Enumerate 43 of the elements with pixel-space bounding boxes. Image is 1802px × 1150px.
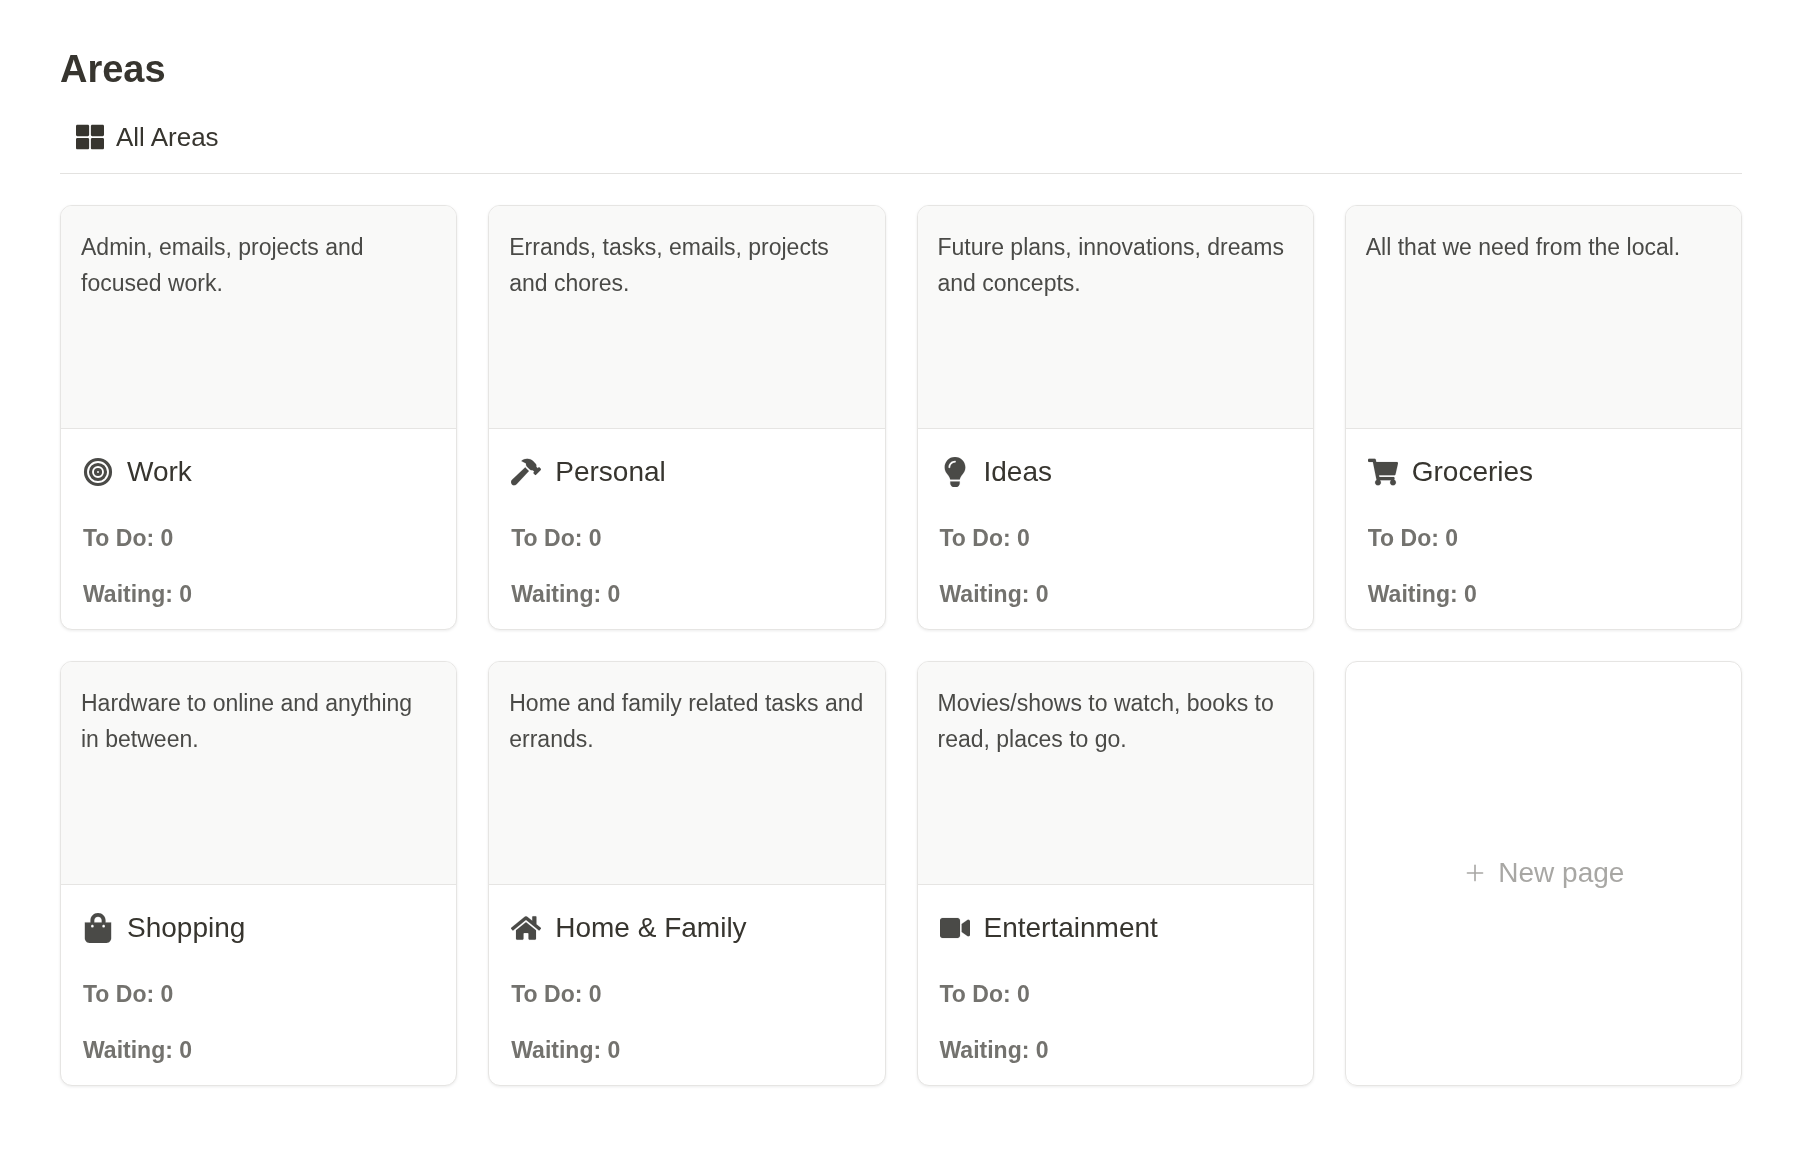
area-card[interactable]: Movies/shows to watch, books to read, places to go. Entertainment To Do: 0 Waiting: 0	[916, 660, 1314, 1086]
todo-count: To Do: 0	[939, 979, 1031, 1009]
target-icon	[83, 456, 113, 487]
waiting-count: Waiting: 0	[511, 1036, 622, 1065]
card-description: Admin, emails, projects and focused work.	[81, 232, 365, 298]
card-title: Home & Family	[555, 910, 747, 945]
card-title: Groceries	[1411, 454, 1534, 489]
card-description: All that we need from the local.	[1365, 232, 1682, 262]
bag-icon	[83, 912, 113, 943]
waiting-count: Waiting: 0	[83, 580, 194, 609]
area-card[interactable]: Errands, tasks, emails, projects and chores. Personal To Do: 0 Waiting: 0	[488, 204, 886, 630]
card-title: Shopping	[127, 910, 246, 945]
view-tab[interactable]: All Areas	[60, 113, 235, 161]
area-card[interactable]: Future plans, innovations, dreams and concepts. Ideas To Do: 0 Waiting: 0	[916, 204, 1314, 630]
waiting-count: Waiting: 0	[1367, 580, 1478, 609]
card-title: Entertainment	[983, 910, 1158, 945]
card-title: Ideas	[983, 454, 1052, 489]
card-description: Home and family related tasks and errands.	[509, 688, 865, 754]
waiting-count: Waiting: 0	[939, 1036, 1050, 1065]
new-page-label: New page	[1498, 856, 1625, 890]
todo-count: To Do: 0	[511, 979, 603, 1009]
todo-count: To Do: 0	[939, 523, 1031, 553]
card-title: Work	[127, 454, 192, 489]
todo-count: To Do: 0	[83, 523, 175, 553]
card-title: Personal	[555, 454, 666, 489]
card-description: Hardware to online and anything in between.	[81, 688, 414, 754]
todo-count: To Do: 0	[83, 979, 175, 1009]
card-description: Movies/shows to watch, books to read, places to go.	[937, 688, 1275, 754]
grid-icon	[76, 123, 104, 151]
waiting-count: Waiting: 0	[511, 580, 622, 609]
area-card[interactable]: All that we need from the local. Groceries To Do: 0 Waiting: 0	[1344, 204, 1742, 630]
area-card[interactable]: Home and family related tasks and errands. Home & Family To Do: 0 Waiting: 0	[488, 660, 886, 1086]
card-description: Errands, tasks, emails, projects and chores.	[509, 232, 830, 298]
todo-count: To Do: 0	[511, 523, 603, 553]
area-card[interactable]: Admin, emails, projects and focused work. Work To Do: 0 Waiting: 0	[60, 204, 458, 630]
page-title: Areas	[60, 47, 167, 92]
card-description: Future plans, innovations, dreams and concepts.	[937, 232, 1285, 298]
waiting-count: Waiting: 0	[83, 1036, 194, 1065]
todo-count: To Do: 0	[1367, 523, 1460, 553]
hammer-icon	[511, 456, 542, 487]
area-card[interactable]: Hardware to online and anything in between. Shopping To Do: 0 Waiting: 0	[60, 660, 458, 1086]
cart-icon	[1367, 456, 1398, 487]
waiting-count: Waiting: 0	[939, 580, 1050, 609]
